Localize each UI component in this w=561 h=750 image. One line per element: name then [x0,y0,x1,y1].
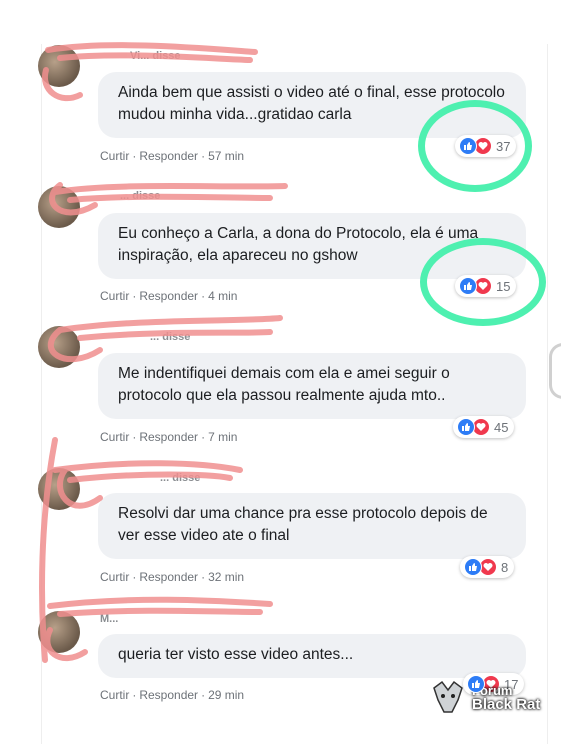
thumbs-up-icon [457,418,475,436]
forum-watermark: Forum Black Rat [428,676,556,720]
thumbs-up-icon [464,558,482,576]
watermark-line2: Black Rat [472,696,541,713]
highlight-circle [420,238,546,326]
rat-logo-icon [433,680,463,713]
thumbs-up-icon [459,137,477,155]
thumbs-up-icon [459,277,477,295]
thumbs-up-icon [467,675,485,693]
